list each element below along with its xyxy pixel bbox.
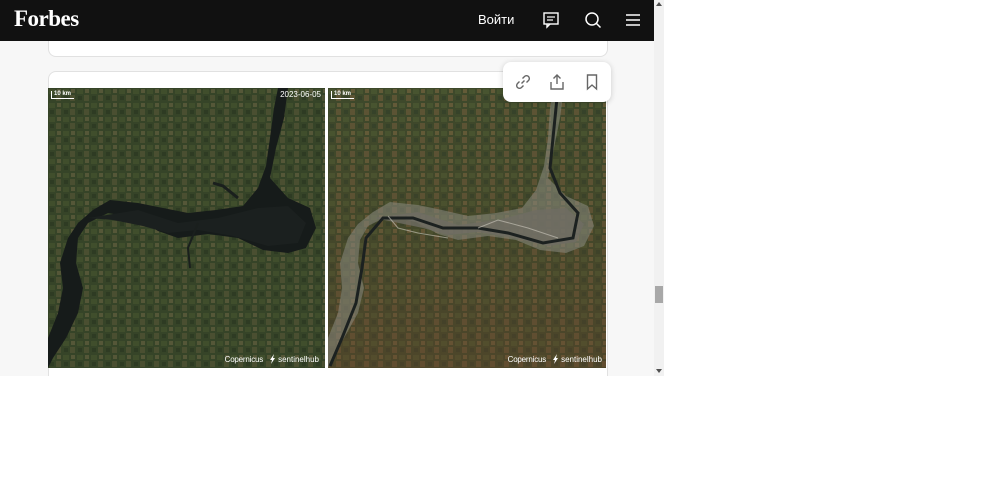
menu-icon[interactable]	[624, 11, 642, 29]
share-popup	[503, 62, 611, 102]
browser-viewport: 10 km 2023-06-05 Copernicus sentinelhub	[0, 0, 664, 376]
image-credits: Copernicus sentinelhub	[508, 354, 602, 364]
login-button[interactable]: Войти	[478, 12, 514, 27]
sentinelhub-credit: sentinelhub	[269, 354, 319, 364]
image-credits: Copernicus sentinelhub	[225, 354, 319, 364]
search-icon[interactable]	[584, 11, 602, 29]
share-icon[interactable]	[548, 73, 566, 91]
scroll-down-arrow-icon[interactable]	[656, 369, 662, 373]
satellite-before-graphic	[48, 88, 325, 368]
satellite-image-before[interactable]: 10 km 2023-06-05 Copernicus sentinelhub	[48, 88, 325, 368]
scale-bar: 10 km	[51, 91, 75, 99]
site-header: Forbes Войти	[0, 0, 654, 41]
bookmark-icon[interactable]	[583, 73, 601, 91]
comments-icon[interactable]	[542, 11, 560, 29]
sentinelhub-logo-icon	[270, 354, 276, 364]
copernicus-credit: Copernicus	[224, 354, 264, 364]
link-icon[interactable]	[514, 73, 532, 91]
scale-bar: 10 km	[331, 91, 355, 99]
copernicus-credit: Copernicus	[507, 354, 547, 364]
sentinelhub-credit: sentinelhub	[552, 354, 602, 364]
scrollbar-thumb[interactable]	[655, 286, 663, 303]
satellite-after-graphic	[328, 88, 606, 368]
vertical-scrollbar[interactable]	[654, 0, 664, 376]
scroll-up-arrow-icon[interactable]	[656, 2, 662, 6]
satellite-image-after[interactable]: 10 km Copernicus sentinelhub	[328, 88, 606, 368]
sentinelhub-logo-icon	[553, 354, 559, 364]
forbes-logo[interactable]: Forbes	[14, 6, 79, 32]
image-date-label: 2023-06-05	[280, 90, 321, 99]
